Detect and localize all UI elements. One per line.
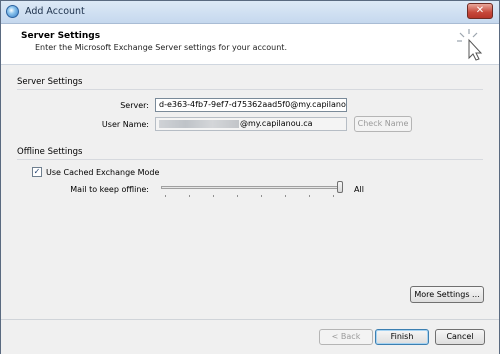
offline-settings-divider: [17, 159, 483, 160]
add-account-dialog: Add Account ✕ Server Settings Enter the …: [0, 0, 500, 354]
finish-button[interactable]: Finish: [375, 329, 429, 345]
mail-keep-label: Mail to keep offline:: [70, 185, 149, 194]
mail-keep-value: All: [354, 185, 364, 194]
header-panel: Server Settings Enter the Microsoft Exch…: [1, 24, 499, 65]
header-subtitle: Enter the Microsoft Exchange Server sett…: [35, 43, 287, 52]
header-title: Server Settings: [21, 31, 101, 41]
close-button[interactable]: ✕: [467, 3, 493, 19]
dialog-footer: < Back Finish Cancel: [1, 319, 499, 354]
redacted-username: [159, 119, 239, 128]
username-label: User Name:: [101, 120, 149, 129]
cached-mode-checkbox[interactable]: ✓: [32, 167, 42, 177]
slider-tick: [333, 195, 334, 197]
slider-tick: [261, 195, 262, 197]
slider-tick: [189, 195, 190, 197]
cursor-click-icon: [457, 29, 483, 61]
username-domain: @my.capilanou.ca: [240, 119, 313, 128]
outlook-app-icon: [6, 5, 19, 18]
window-title: Add Account: [25, 6, 85, 17]
server-input[interactable]: d-e363-4fb7-9ef7-d75362aad5f0@my.capilan…: [155, 98, 347, 112]
slider-tick: [237, 195, 238, 197]
back-button[interactable]: < Back: [319, 329, 373, 345]
server-label: Server:: [120, 101, 149, 110]
server-settings-divider: [17, 89, 483, 90]
slider-tick: [309, 195, 310, 197]
more-settings-button[interactable]: More Settings ...: [410, 286, 484, 303]
slider-track: [161, 186, 343, 189]
check-name-button[interactable]: Check Name: [354, 116, 412, 132]
mail-keep-slider[interactable]: [161, 181, 345, 201]
title-bar: Add Account ✕: [1, 1, 499, 24]
cancel-button[interactable]: Cancel: [435, 329, 485, 345]
cached-mode-label: Use Cached Exchange Mode: [46, 168, 160, 177]
username-input[interactable]: @my.capilanou.ca: [155, 117, 347, 131]
slider-thumb[interactable]: [337, 181, 343, 193]
server-settings-group-title: Server Settings: [17, 77, 83, 87]
slider-tick: [165, 195, 166, 197]
offline-settings-group-title: Offline Settings: [17, 147, 83, 157]
slider-tick: [213, 195, 214, 197]
slider-tick: [285, 195, 286, 197]
